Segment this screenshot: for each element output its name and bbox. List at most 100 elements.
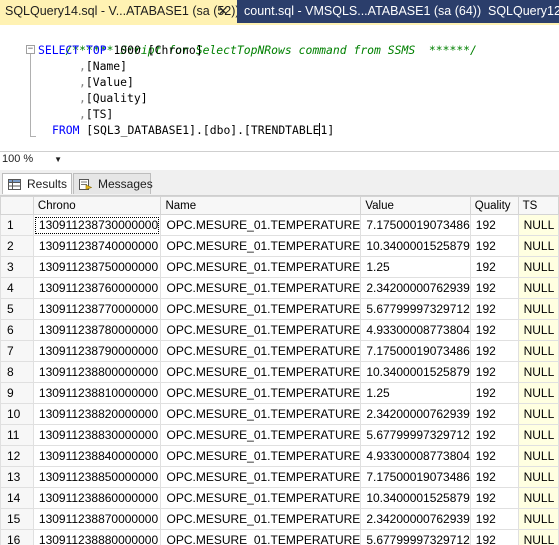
value-cell[interactable]: 5.67799997329712 (360, 298, 471, 320)
query-editor[interactable]: /****** Script for SelectTopNRows comman… (0, 25, 559, 151)
table-row[interactable]: 12 130911238840000000 OPC.MESURE_01.TEMPER… (0, 445, 559, 467)
name-cell[interactable]: OPC.MESURE_01.TEMPERATURE (160, 424, 362, 446)
quality-cell[interactable]: 192 (469, 403, 519, 425)
quality-cell[interactable]: 192 (469, 382, 519, 404)
name-cell[interactable]: OPC.MESURE_01.TEMPERATURE (160, 508, 362, 530)
chrono-cell[interactable]: 130911238800000000 (32, 361, 162, 383)
table-row[interactable]: 2 130911238740000000 OPC.MESURE_01.TEMPERA… (0, 235, 559, 257)
value-cell[interactable]: 10.3400001525879 (360, 361, 471, 383)
row-number-cell[interactable]: 2 (0, 235, 34, 257)
name-cell[interactable]: OPC.MESURE_01.TEMPERATURE (160, 235, 362, 257)
ts-cell[interactable]: NULL (517, 382, 559, 404)
tab-results[interactable]: Results (2, 173, 72, 194)
name-cell[interactable]: OPC.MESURE_01.TEMPERATURE (160, 403, 362, 425)
row-number-cell[interactable]: 13 (0, 466, 34, 488)
chrono-cell[interactable]: 130911238770000000 (32, 298, 162, 320)
quality-cell[interactable]: 192 (469, 340, 519, 362)
row-number-cell[interactable]: 10 (0, 403, 34, 425)
quality-cell[interactable]: 192 (469, 508, 519, 530)
value-cell[interactable]: 1.25 (360, 256, 471, 278)
row-number-cell[interactable]: 7 (0, 340, 34, 362)
chrono-cell[interactable]: 130911238790000000 (32, 340, 162, 362)
close-tab-icon[interactable]: ✕ (218, 0, 228, 23)
ts-cell[interactable]: NULL (517, 529, 559, 545)
quality-cell[interactable]: 192 (469, 424, 519, 446)
name-cell[interactable]: OPC.MESURE_01.TEMPERATURE (160, 277, 362, 299)
collapse-region-icon[interactable]: − (26, 45, 35, 54)
name-cell[interactable]: OPC.MESURE_01.TEMPERATURE (160, 487, 362, 509)
value-cell[interactable]: 7.17500019073486 (360, 466, 471, 488)
ts-cell[interactable]: NULL (517, 298, 559, 320)
chrono-cell[interactable]: 130911238760000000 (32, 277, 162, 299)
quality-cell[interactable]: 192 (469, 529, 519, 545)
ts-cell[interactable]: NULL (517, 214, 559, 236)
quality-cell[interactable]: 192 (469, 487, 519, 509)
value-cell[interactable]: 4.93300008773804 (360, 319, 471, 341)
table-row[interactable]: 3 130911238750000000 OPC.MESURE_01.TEMPERA… (0, 256, 559, 278)
quality-cell[interactable]: 192 (469, 466, 519, 488)
ts-cell[interactable]: NULL (517, 487, 559, 509)
tab-count-sql[interactable]: count.sql - VMSQLS...ATABASE1 (sa (64)) (237, 0, 482, 23)
value-cell[interactable]: 2.34200000762939 (360, 403, 471, 425)
name-cell[interactable]: OPC.MESURE_01.TEMPERATURE (160, 361, 362, 383)
row-number-cell[interactable]: 6 (0, 319, 34, 341)
row-number-cell[interactable]: 9 (0, 382, 34, 404)
value-cell[interactable]: 2.34200000762939 (360, 277, 471, 299)
chrono-cell[interactable]: 130911238830000000 (32, 424, 162, 446)
chrono-cell[interactable]: 130911238740000000 (32, 235, 162, 257)
table-row[interactable]: 15 130911238870000000 OPC.MESURE_01.TEMPER… (0, 508, 559, 530)
name-cell[interactable]: OPC.MESURE_01.TEMPERATURE (160, 214, 362, 236)
chrono-cell[interactable]: 130911238870000000 (32, 508, 162, 530)
chrono-cell[interactable]: 130911238750000000 (32, 256, 162, 278)
table-row[interactable]: 10 130911238820000000 OPC.MESURE_01.TEMPER… (0, 403, 559, 425)
table-row[interactable]: 1 130911238730000000 OPC.MESURE_01.TEMPERA… (0, 214, 559, 236)
table-row[interactable]: 6 130911238780000000 OPC.MESURE_01.TEMPERA… (0, 319, 559, 341)
chrono-cell[interactable]: 130911238820000000 (32, 403, 162, 425)
table-row[interactable]: 13 130911238850000000 OPC.MESURE_01.TEMPER… (0, 466, 559, 488)
value-cell[interactable]: 4.93300008773804 (360, 445, 471, 467)
tab-sqlquery12[interactable]: SQLQuery12.sql (482, 0, 559, 23)
quality-cell[interactable]: 192 (469, 277, 519, 299)
chrono-cell[interactable]: 130911238810000000 (32, 382, 162, 404)
table-row[interactable]: 16 130911238880000000 OPC.MESURE_01.TEMPER… (0, 529, 559, 545)
table-row[interactable]: 4 130911238760000000 OPC.MESURE_01.TEMPERA… (0, 277, 559, 299)
ts-cell[interactable]: NULL (517, 508, 559, 530)
quality-cell[interactable]: 192 (469, 319, 519, 341)
zoom-dropdown[interactable]: 100 % ▼ (2, 153, 62, 166)
ts-cell[interactable]: NULL (517, 466, 559, 488)
tab-messages[interactable]: Messages (73, 173, 153, 194)
value-cell[interactable]: 5.67799997329712 (360, 529, 471, 545)
table-row[interactable]: 9 130911238810000000 OPC.MESURE_01.TEMPERA… (0, 382, 559, 404)
row-number-cell[interactable]: 8 (0, 361, 34, 383)
row-number-header[interactable] (0, 196, 34, 215)
value-cell[interactable]: 1.25 (360, 382, 471, 404)
ts-cell[interactable]: NULL (517, 319, 559, 341)
chrono-cell[interactable]: 130911238730000000 (32, 214, 162, 236)
chrono-cell[interactable]: 130911238880000000 (32, 529, 162, 545)
name-cell[interactable]: OPC.MESURE_01.TEMPERATURE (160, 340, 362, 362)
chrono-cell[interactable]: 130911238840000000 (32, 445, 162, 467)
table-row[interactable]: 11 130911238830000000 OPC.MESURE_01.TEMPER… (0, 424, 559, 446)
row-number-cell[interactable]: 16 (0, 529, 34, 545)
table-row[interactable]: 7 130911238790000000 OPC.MESURE_01.TEMPERA… (0, 340, 559, 362)
chrono-cell[interactable]: 130911238860000000 (32, 487, 162, 509)
ts-cell[interactable]: NULL (517, 403, 559, 425)
ts-cell[interactable]: NULL (517, 256, 559, 278)
quality-cell[interactable]: 192 (469, 214, 519, 236)
name-cell[interactable]: OPC.MESURE_01.TEMPERATURE (160, 256, 362, 278)
name-cell[interactable]: OPC.MESURE_01.TEMPERATURE (160, 445, 362, 467)
row-number-cell[interactable]: 4 (0, 277, 34, 299)
ts-cell[interactable]: NULL (517, 235, 559, 257)
quality-cell[interactable]: 192 (469, 256, 519, 278)
row-number-cell[interactable]: 12 (0, 445, 34, 467)
row-number-cell[interactable]: 14 (0, 487, 34, 509)
ts-cell[interactable]: NULL (517, 340, 559, 362)
value-cell[interactable]: 7.17500019073486 (360, 340, 471, 362)
quality-cell[interactable]: 192 (469, 361, 519, 383)
quality-cell[interactable]: 192 (469, 298, 519, 320)
value-cell[interactable]: 10.3400001525879 (360, 235, 471, 257)
ts-cell[interactable]: NULL (517, 424, 559, 446)
row-number-cell[interactable]: 1 (0, 214, 34, 236)
column-header-value[interactable]: Value (360, 196, 471, 215)
results-grid[interactable]: Chrono Name Value Quality TS 1 1309112387… (0, 196, 559, 545)
